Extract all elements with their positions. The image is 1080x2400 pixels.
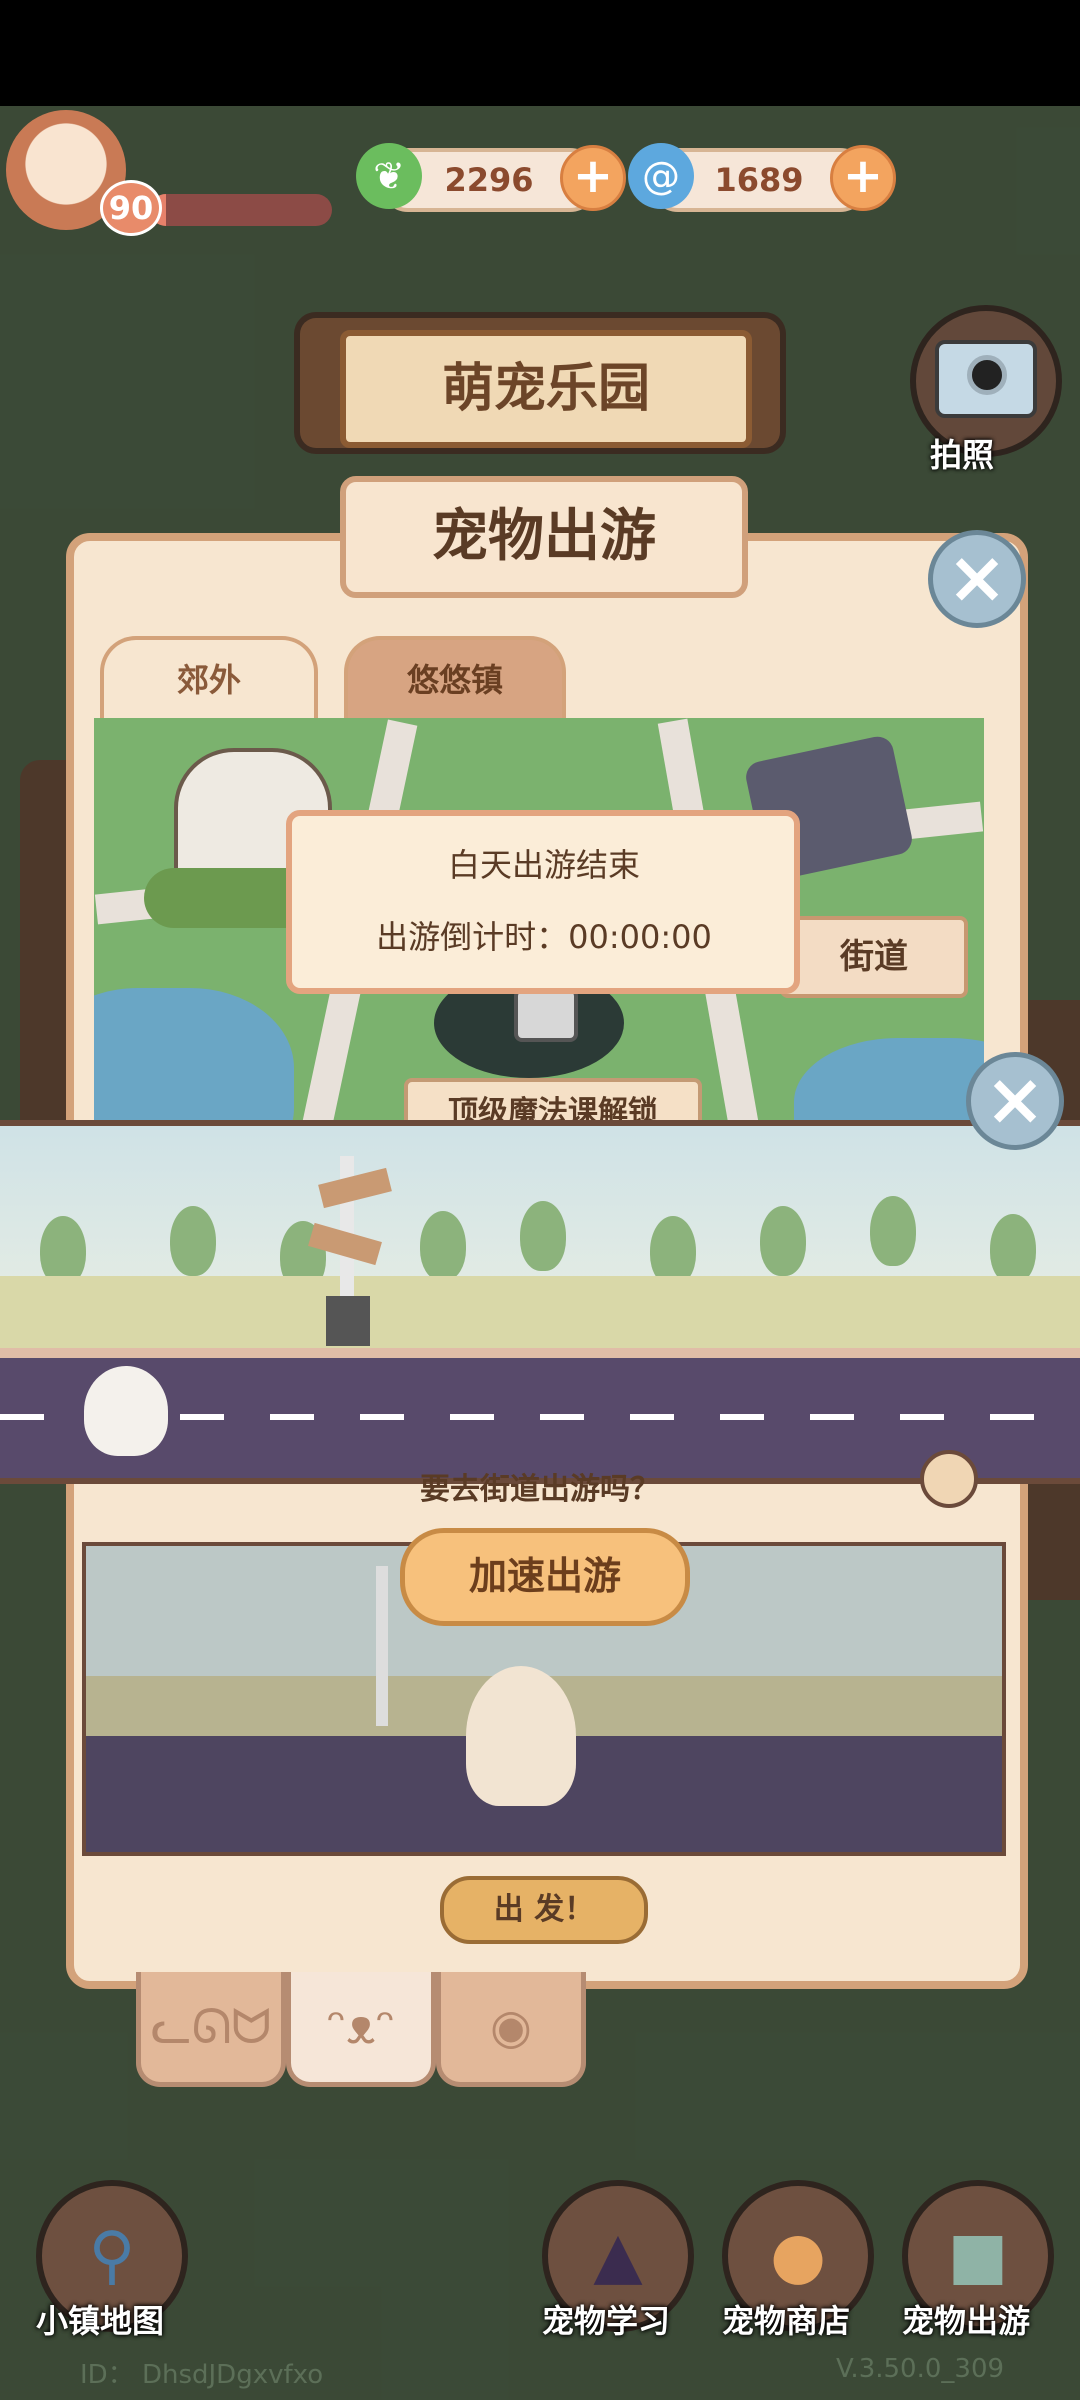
lock-icon	[514, 988, 578, 1042]
bird-icon: ◉	[490, 1999, 532, 2055]
tree	[870, 1196, 916, 1266]
camera-lens-icon	[967, 355, 1007, 395]
notice-title: 白天出游结束	[447, 846, 640, 884]
signpost-base	[326, 1296, 370, 1346]
add-swirl-button[interactable]: +	[830, 145, 896, 211]
map-pin-icon: ⚲	[88, 2219, 136, 2293]
level-badge: 90	[100, 180, 162, 236]
leaf-icon: ❦	[356, 143, 422, 209]
signpost-pole	[376, 1566, 388, 1726]
xp-bar	[150, 194, 332, 226]
backpack-icon: ■	[947, 2219, 1009, 2293]
dialog-title: 宠物出游	[432, 504, 656, 569]
outing-notice	[286, 810, 800, 994]
road-dash	[720, 1414, 764, 1420]
road-dash	[360, 1414, 404, 1420]
accelerate-outing-button[interactable]: 加速出游	[400, 1528, 690, 1626]
pet-tab-bird[interactable]: ◉	[436, 1972, 586, 2087]
street-location-label[interactable]: 街道	[780, 916, 968, 998]
pet-shop-label: 宠物商店	[722, 2302, 851, 2340]
road-dash	[810, 1414, 854, 1420]
dog-icon: ᵔᴥᵔ	[326, 1999, 396, 2055]
pet-tab-dog[interactable]: ᵔᴥᵔ	[286, 1972, 436, 2087]
road-dash	[180, 1414, 224, 1420]
tree	[760, 1206, 806, 1276]
witch-hat-icon: ▲	[593, 2219, 643, 2293]
tree	[170, 1206, 216, 1276]
tree	[420, 1211, 466, 1281]
road-dash	[900, 1414, 944, 1420]
pet-study-label: 宠物学习	[542, 2302, 671, 2340]
strip-close-button[interactable]: ×	[966, 1052, 1064, 1150]
cat-icon: ᓚᘏᗢ	[150, 1999, 272, 2055]
camera-label: 拍照	[930, 436, 995, 474]
road-dash	[630, 1414, 674, 1420]
road-dash	[540, 1414, 584, 1420]
dog-pet	[466, 1666, 576, 1806]
road-dash	[270, 1414, 314, 1420]
countdown-label: 出游倒计时：	[376, 918, 569, 956]
map-lake	[94, 988, 294, 1138]
tab-suburb[interactable]: 郊外	[100, 636, 318, 718]
town-map-label: 小镇地图	[36, 2302, 165, 2340]
road-dash	[0, 1414, 44, 1420]
status-bar	[0, 0, 1080, 106]
outing-question: 要去街道出游吗？	[420, 1472, 660, 1507]
countdown-value: 00:00:00	[568, 918, 712, 956]
notice-countdown: 出游倒计时：00:00:00	[286, 912, 802, 958]
player-id: ID： DhsdJDgxvfxo	[80, 2360, 324, 2390]
road-dash	[990, 1414, 1034, 1420]
add-leaf-button[interactable]: +	[560, 145, 626, 211]
tree	[990, 1214, 1036, 1284]
dialog-close-button[interactable]: ×	[928, 530, 1026, 628]
swirl-icon: @	[628, 143, 694, 209]
pet-outing-label: 宠物出游	[902, 2302, 1031, 2340]
depart-button[interactable]: 出 发！	[440, 1876, 648, 1944]
bird-pet	[84, 1366, 168, 1456]
pet-tab-cat[interactable]: ᓚᘏᗢ	[136, 1972, 286, 2087]
outing-scene-strip	[0, 1120, 1080, 1484]
info-button[interactable]	[920, 1450, 978, 1508]
park-title: 萌宠乐园	[340, 330, 752, 448]
road-dash	[450, 1414, 494, 1420]
shiba-icon: ●	[770, 2219, 826, 2293]
version-text: V.3.50.0_309	[836, 2354, 1005, 2384]
tree	[520, 1201, 566, 1271]
tab-youyou-town[interactable]: 悠悠镇	[344, 636, 566, 718]
